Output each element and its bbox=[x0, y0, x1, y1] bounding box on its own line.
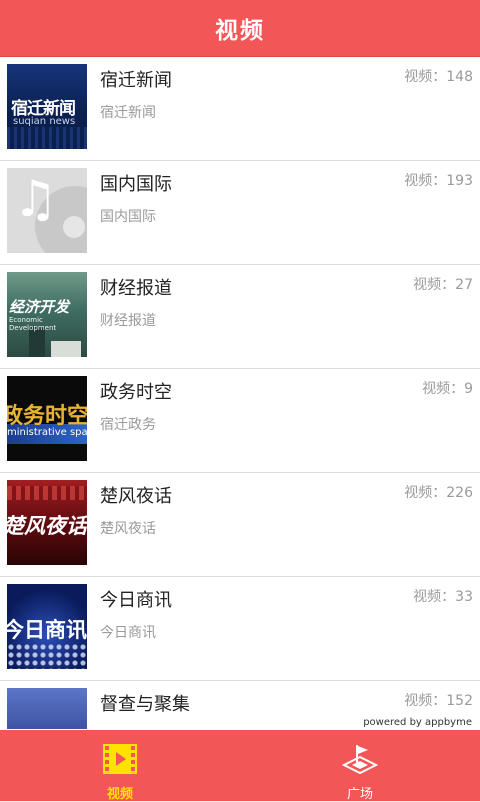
tab-label: 广场 bbox=[346, 787, 373, 802]
item-subtitle: 财经报道 bbox=[100, 313, 156, 329]
item-title: 财经报道 bbox=[100, 278, 172, 299]
news-thumbnail: 宿迁新闻 suqian news bbox=[7, 64, 87, 149]
list-item[interactable]: ♫ 国内国际 国内国际 视频：193 bbox=[0, 161, 480, 265]
video-count: 视频：9 bbox=[422, 381, 473, 397]
item-title: 楚风夜话 bbox=[100, 486, 172, 507]
chufeng-thumbnail: 楚风夜话 bbox=[7, 480, 87, 565]
video-count: 视频：33 bbox=[413, 589, 473, 605]
video-count: 视频：152 bbox=[404, 693, 473, 709]
video-channel-list[interactable]: 宿迁新闻 suqian news 宿迁新闻 宿迁新闻 视频：148 ♫ 国内国际… bbox=[0, 57, 480, 729]
page-title: 视频 bbox=[215, 18, 265, 44]
square-flag-icon bbox=[342, 745, 378, 775]
list-item[interactable]: 楚风夜话 楚风夜话 楚风夜话 视频：226 bbox=[0, 473, 480, 577]
item-title: 国内国际 bbox=[100, 174, 172, 195]
finance-thumbnail: 经济开发 Economic Development bbox=[7, 272, 87, 357]
item-subtitle: 宿迁政务 bbox=[100, 417, 156, 433]
government-thumbnail: 政务时空 ministrative spac bbox=[7, 376, 87, 461]
list-item[interactable]: 今日商讯 今日商讯 今日商讯 视频：33 bbox=[0, 577, 480, 681]
item-title: 督查与聚集 bbox=[100, 694, 190, 715]
video-count: 视频：226 bbox=[404, 485, 473, 501]
powered-by-label: powered by appbyme bbox=[361, 717, 474, 728]
item-subtitle: 今日商讯 bbox=[100, 625, 156, 641]
list-item[interactable]: 经济开发 Economic Development 财经报道 财经报道 视频：2… bbox=[0, 265, 480, 369]
video-count: 视频：148 bbox=[404, 69, 473, 85]
tab-square[interactable]: 广场 bbox=[300, 730, 420, 802]
video-count: 视频：27 bbox=[413, 277, 473, 293]
supervision-thumbnail bbox=[7, 688, 87, 729]
video-count: 视频：193 bbox=[404, 173, 473, 189]
list-item[interactable]: 宿迁新闻 suqian news 宿迁新闻 宿迁新闻 视频：148 bbox=[0, 57, 480, 161]
list-item[interactable]: 政务时空 ministrative spac 政务时空 宿迁政务 视频：9 bbox=[0, 369, 480, 473]
item-title: 宿迁新闻 bbox=[100, 70, 172, 91]
item-title: 今日商讯 bbox=[100, 590, 172, 611]
video-film-icon bbox=[103, 744, 137, 774]
app-header: 视频 bbox=[0, 0, 480, 57]
music-note-placeholder-icon: ♫ bbox=[7, 168, 87, 253]
item-title: 政务时空 bbox=[100, 382, 172, 403]
tab-label: 视频 bbox=[106, 787, 133, 802]
business-thumbnail: 今日商讯 bbox=[7, 584, 87, 669]
item-subtitle: 国内国际 bbox=[100, 209, 156, 225]
item-subtitle: 楚风夜话 bbox=[100, 521, 156, 537]
bottom-tab-bar: 视频 广场 bbox=[0, 729, 480, 802]
item-subtitle: 宿迁新闻 bbox=[100, 105, 156, 121]
tab-video[interactable]: 视频 bbox=[60, 730, 180, 802]
